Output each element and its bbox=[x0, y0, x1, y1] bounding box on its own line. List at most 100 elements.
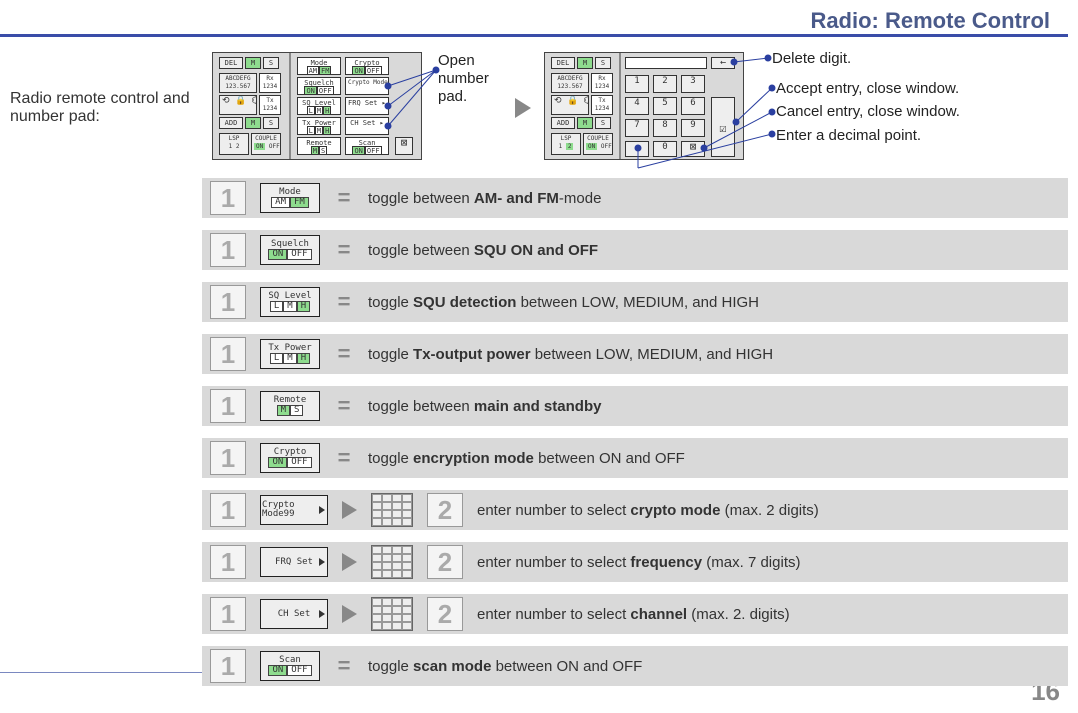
status-icons: ⟲ 🔒 ⌬ bbox=[219, 95, 257, 115]
panel-button[interactable]: Tx PowerLMH bbox=[260, 339, 320, 369]
panel-button[interactable]: ScanONOFF bbox=[260, 651, 320, 681]
sqlevel-btn[interactable]: SQ LevelLMH bbox=[297, 97, 341, 115]
s2-button[interactable]: S bbox=[263, 117, 279, 129]
m2-button-r[interactable]: M bbox=[577, 117, 593, 129]
legend-description: toggle between SQU ON and OFF bbox=[368, 242, 1060, 259]
add-button[interactable]: ADD bbox=[219, 117, 243, 129]
arrow-right-icon bbox=[342, 605, 357, 623]
legend-description: enter number to select frequency (max. 7… bbox=[477, 554, 1060, 571]
rx-field[interactable]: Rx1234 bbox=[259, 73, 281, 93]
panel-button[interactable]: CryptoONOFF bbox=[260, 443, 320, 473]
legend-row: 1ModeAMFM=toggle between AM- and FM-mode bbox=[202, 178, 1068, 218]
callout-decimal: Enter a decimal point. bbox=[776, 127, 921, 144]
step-number-2: 2 bbox=[427, 545, 463, 579]
m2-button[interactable]: M bbox=[245, 117, 261, 129]
del-button-r[interactable]: DEL bbox=[551, 57, 575, 69]
cancel-button[interactable]: ⊠ bbox=[681, 141, 705, 157]
status-icons-r: ⟲ 🔒 ⌬ bbox=[551, 95, 589, 115]
numpad-icon bbox=[371, 597, 413, 631]
arrow-right-icon bbox=[342, 501, 357, 519]
s-button-r[interactable]: S bbox=[595, 57, 611, 69]
key-6[interactable]: 6 bbox=[681, 97, 705, 115]
key-2[interactable]: 2 bbox=[653, 75, 677, 93]
tx-field-r[interactable]: Tx1234 bbox=[591, 95, 613, 115]
divider-r bbox=[619, 53, 621, 159]
step-number: 1 bbox=[210, 649, 246, 683]
panel-button[interactable]: SQ LevelLMH bbox=[260, 287, 320, 317]
couple-toggle[interactable]: COUPLEON OFF bbox=[251, 133, 281, 155]
legend-row: 1 Crypto Mode99 2 enter number to select cr… bbox=[202, 490, 1068, 530]
equals-icon: = bbox=[334, 185, 354, 211]
key-5[interactable]: 5 bbox=[653, 97, 677, 115]
equals-icon: = bbox=[334, 445, 354, 471]
panel-button[interactable]: FRQ Set bbox=[260, 547, 328, 577]
s2-button-r[interactable]: S bbox=[595, 117, 611, 129]
equals-icon: = bbox=[334, 393, 354, 419]
key-4[interactable]: 4 bbox=[625, 97, 649, 115]
couple-toggle-r[interactable]: COUPLEON OFF bbox=[583, 133, 613, 155]
backspace-button[interactable]: ← bbox=[711, 57, 735, 69]
header-rule bbox=[0, 34, 1068, 37]
step-number: 1 bbox=[210, 597, 246, 631]
cryptomode-btn[interactable]: Crypto Mode99 ▸ bbox=[345, 77, 389, 95]
crypto-btn[interactable]: CryptoONOFF bbox=[345, 57, 389, 75]
key-1[interactable]: 1 bbox=[625, 75, 649, 93]
legend-description: toggle encryption mode between ON and OF… bbox=[368, 450, 1060, 467]
step-number: 1 bbox=[210, 233, 246, 267]
step-number-2: 2 bbox=[427, 493, 463, 527]
step-number: 1 bbox=[210, 389, 246, 423]
legend-row: 1 RemoteMS = toggle between main and standb… bbox=[202, 386, 1068, 426]
panel-button[interactable]: Crypto Mode99 bbox=[260, 495, 328, 525]
panel-button[interactable]: SquelchONOFF bbox=[260, 235, 320, 265]
legend-rows: 1 ModeAMFM = toggle between AM- and FM-mode… bbox=[202, 178, 1068, 698]
numpad-icon bbox=[371, 545, 413, 579]
lsp-toggle[interactable]: LSP1 2 bbox=[219, 133, 249, 155]
m-button[interactable]: M bbox=[245, 57, 261, 69]
tx-field[interactable]: Tx1234 bbox=[259, 95, 281, 115]
key-7[interactable]: 7 bbox=[625, 119, 649, 137]
channel-name-r: ABCDEFG123.567 bbox=[551, 73, 589, 93]
panel-button[interactable]: RemoteMS bbox=[260, 391, 320, 421]
frqset-btn[interactable]: FRQ Set ▸ bbox=[345, 97, 389, 115]
accept-button[interactable]: ☑ bbox=[711, 97, 735, 157]
m-button-r[interactable]: M bbox=[577, 57, 593, 69]
legend-description: enter number to select channel (max. 2. … bbox=[477, 606, 1060, 623]
legend-description: toggle SQU detection between LOW, MEDIUM… bbox=[368, 294, 1060, 311]
panel-button[interactable]: CH Set bbox=[260, 599, 328, 629]
legend-description: toggle scan mode between ON and OFF bbox=[368, 658, 1060, 675]
equals-icon: = bbox=[334, 237, 354, 263]
scan-btn[interactable]: ScanONOFF bbox=[345, 137, 389, 155]
remote-btn[interactable]: RemoteMS bbox=[297, 137, 341, 155]
s-button[interactable]: S bbox=[263, 57, 279, 69]
numpad-display bbox=[625, 57, 707, 69]
chset-btn[interactable]: CH Set ▸ bbox=[345, 117, 389, 135]
callout-accept-entry: Accept entry, close window. bbox=[776, 80, 959, 97]
legend-description: enter number to select crypto mode (max.… bbox=[477, 502, 1060, 519]
del-button[interactable]: DEL bbox=[219, 57, 243, 69]
channel-name: ABCDEFG123.567 bbox=[219, 73, 257, 93]
legend-row: 1SQ LevelLMH=toggle SQU detection betwee… bbox=[202, 282, 1068, 322]
step-number: 1 bbox=[210, 337, 246, 371]
key-dot[interactable]: . bbox=[625, 141, 649, 157]
step-number: 1 bbox=[210, 493, 246, 527]
lsp-toggle-r[interactable]: LSP1 2 bbox=[551, 133, 581, 155]
key-9[interactable]: 9 bbox=[681, 119, 705, 137]
step-number: 1 bbox=[210, 545, 246, 579]
key-3[interactable]: 3 bbox=[681, 75, 705, 93]
key-0[interactable]: 0 bbox=[653, 141, 677, 157]
diagram-caption: Radio remote control and number pad: bbox=[10, 90, 200, 126]
key-8[interactable]: 8 bbox=[653, 119, 677, 137]
legend-description: toggle between main and standby bbox=[368, 398, 1060, 415]
legend-row: 1 SquelchONOFF = toggle between SQU ON and … bbox=[202, 230, 1068, 270]
legend-description: toggle between AM- and FM-mode bbox=[368, 190, 1060, 207]
close-btn[interactable]: ⊠ bbox=[395, 137, 413, 155]
add-button-r[interactable]: ADD bbox=[551, 117, 575, 129]
txpower-btn[interactable]: Tx PowerLMH bbox=[297, 117, 341, 135]
equals-icon: = bbox=[334, 289, 354, 315]
rx-field-r[interactable]: Rx1234 bbox=[591, 73, 613, 93]
legend-row: 1Tx PowerLMH=toggle Tx-output power betw… bbox=[202, 334, 1068, 374]
panel-button[interactable]: ModeAMFM bbox=[260, 183, 320, 213]
squelch-btn[interactable]: SquelchONOFF bbox=[297, 77, 341, 95]
legend-description: toggle Tx-output power between LOW, MEDI… bbox=[368, 346, 1060, 363]
mode-btn[interactable]: ModeAMFM bbox=[297, 57, 341, 75]
